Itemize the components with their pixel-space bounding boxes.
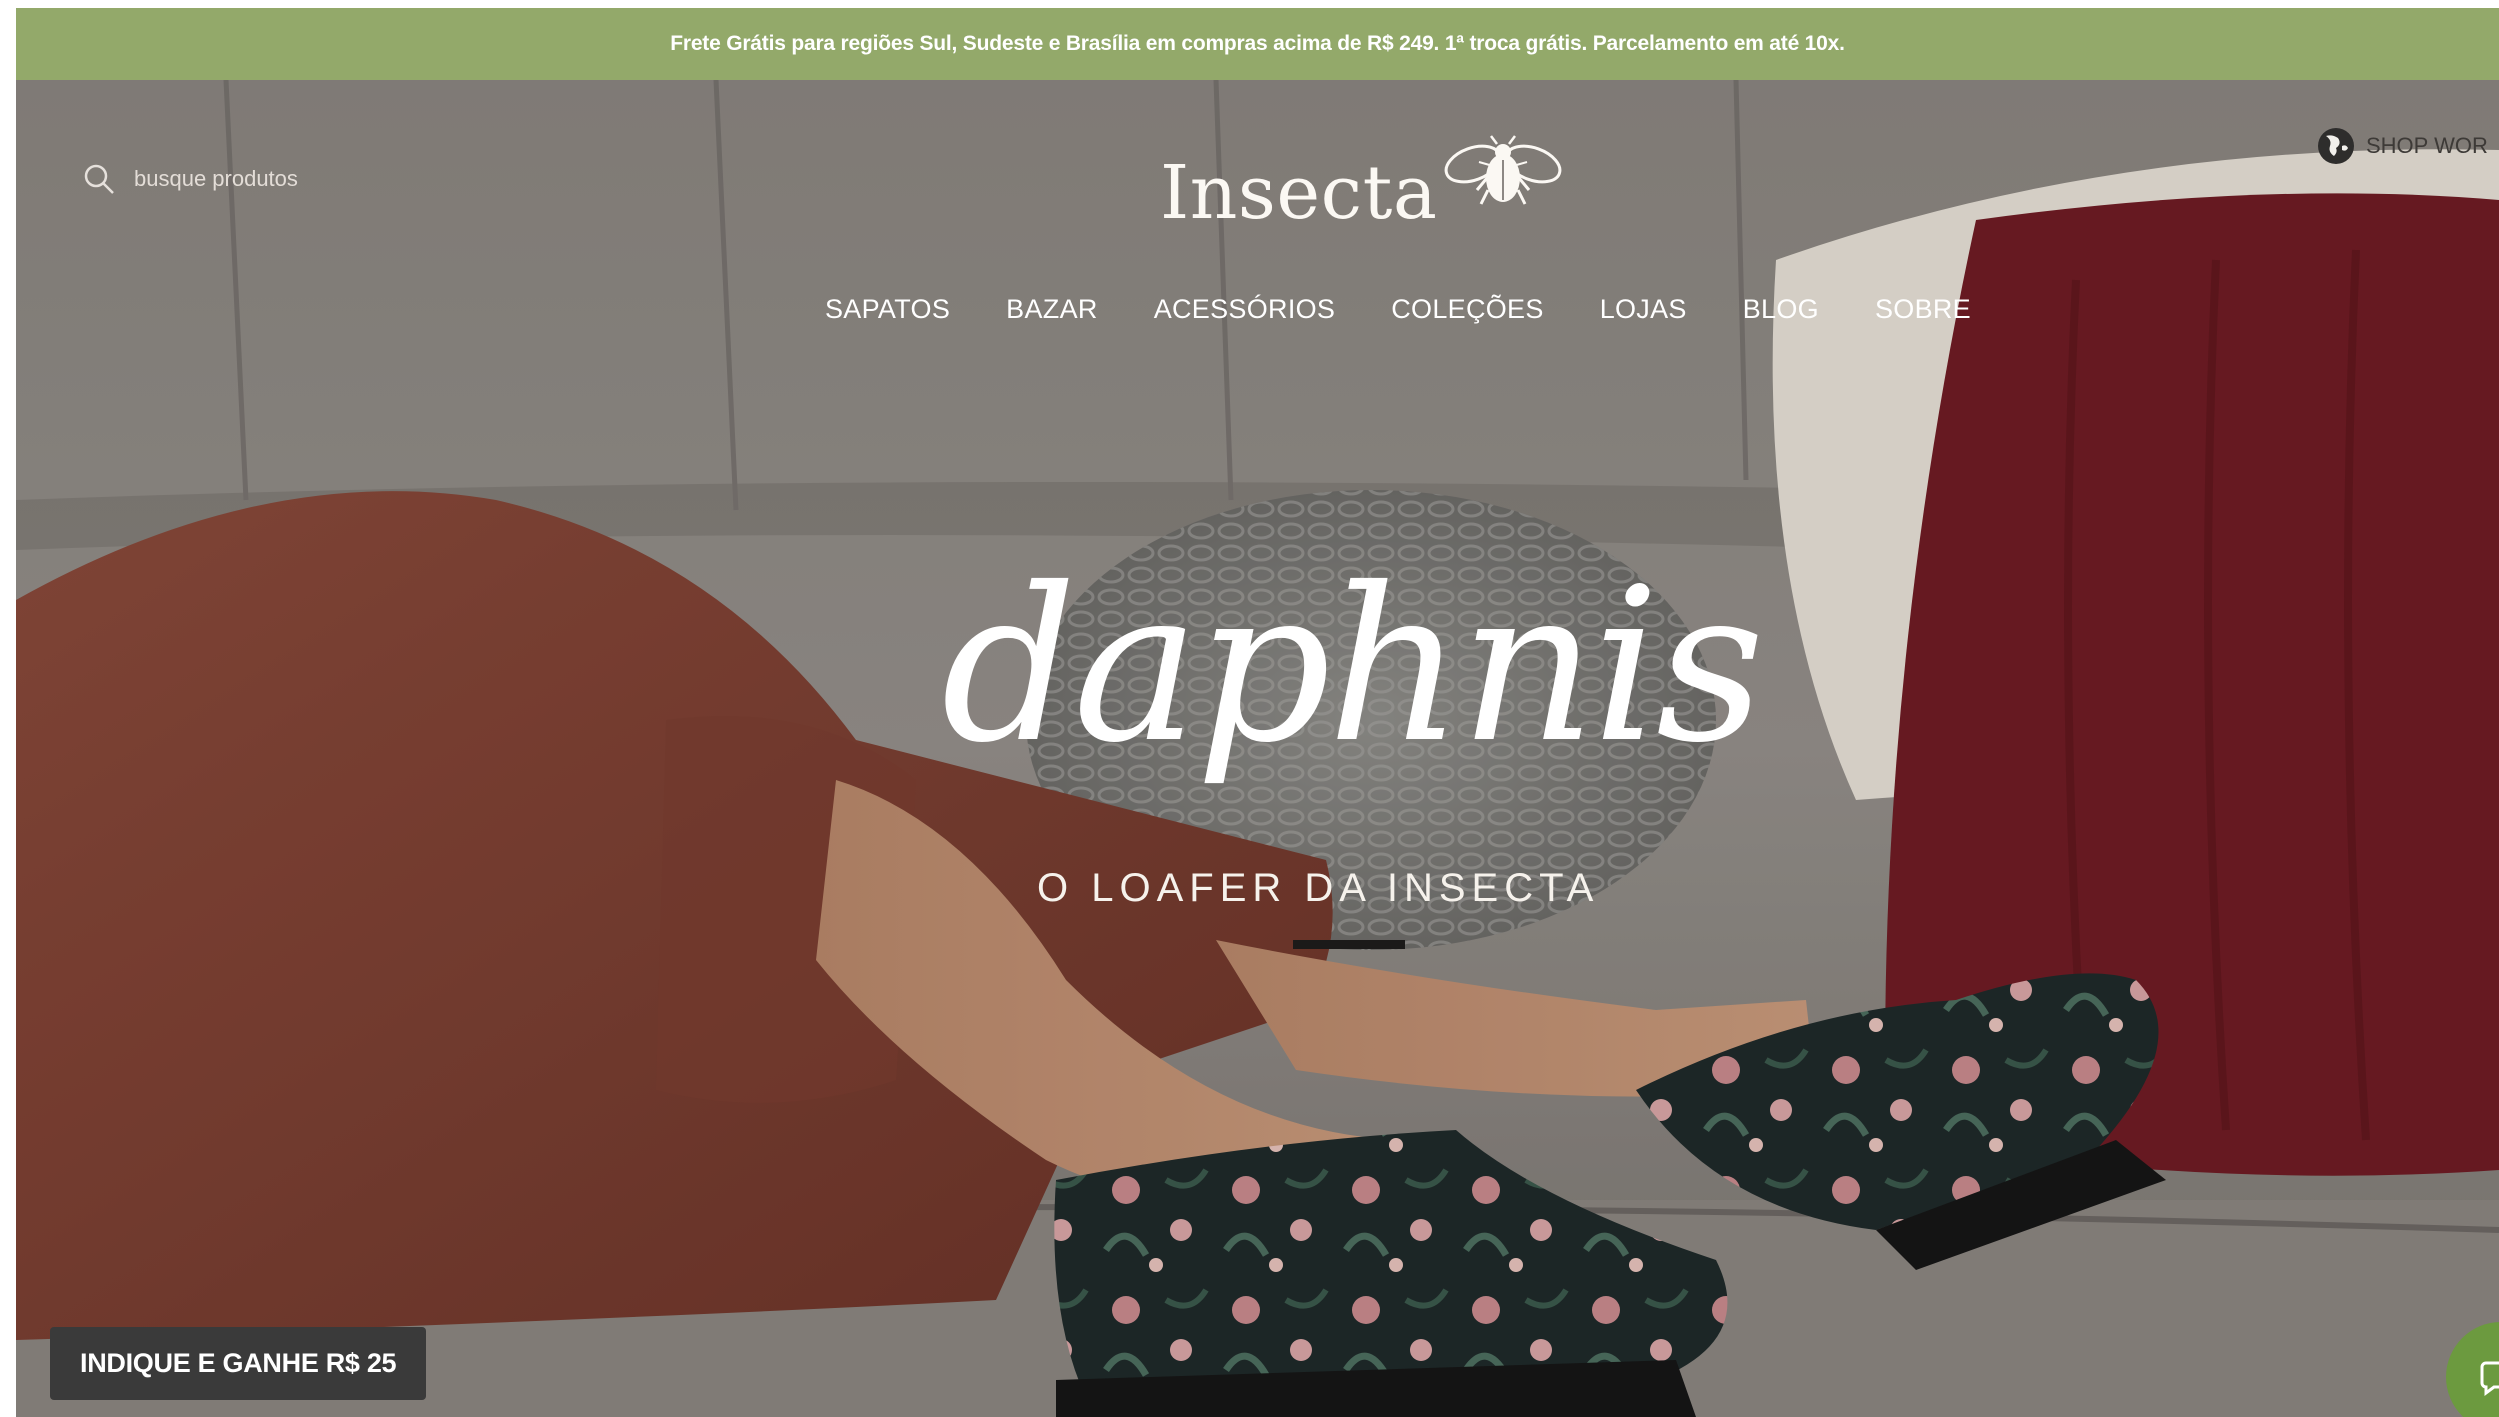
nav-item-acessorios[interactable]: ACESSÓRIOS [1154, 294, 1336, 325]
search-bar[interactable] [82, 162, 396, 196]
nav-item-sobre[interactable]: SOBRE [1875, 294, 1971, 325]
promo-bar: Frete Grátis para regiões Sul, Sudeste e… [16, 8, 2499, 80]
nav-item-colecoes[interactable]: COLEÇÕES [1391, 294, 1543, 325]
hero-divider [1293, 940, 1405, 949]
hero-banner[interactable]: Insecta SHOP WOR SAPATOS BAZAR [16, 80, 2499, 1417]
logo-text: Insecta [1160, 150, 1438, 236]
nav-item-bazar[interactable]: BAZAR [1006, 294, 1098, 325]
chat-icon [2480, 1361, 2499, 1396]
brand-logo[interactable]: Insecta [1160, 134, 1563, 236]
globe-icon [2318, 128, 2354, 164]
page: Frete Grátis para regiões Sul, Sudeste e… [16, 8, 2499, 1417]
shop-world-label: SHOP WOR [2366, 133, 2488, 158]
nav-item-lojas[interactable]: LOJAS [1600, 294, 1687, 325]
hero-title: daphnis [941, 542, 1764, 789]
search-input[interactable] [132, 165, 396, 193]
beetle-logo-icon [1445, 135, 1562, 205]
hero-subtitle: O LOAFER DA INSECTA [1037, 866, 1600, 910]
promo-text: Frete Grátis para regiões Sul, Sudeste e… [670, 32, 1845, 55]
main-nav: SAPATOS BAZAR ACESSÓRIOS COLEÇÕES LOJAS … [825, 294, 1971, 325]
shop-world-link[interactable]: SHOP WOR [2316, 126, 2488, 166]
referral-button[interactable]: INDIQUE E GANHE R$ 25 [50, 1327, 427, 1400]
search-icon[interactable] [82, 162, 116, 196]
nav-item-blog[interactable]: BLOG [1743, 294, 1819, 325]
nav-item-sapatos[interactable]: SAPATOS [825, 294, 950, 325]
